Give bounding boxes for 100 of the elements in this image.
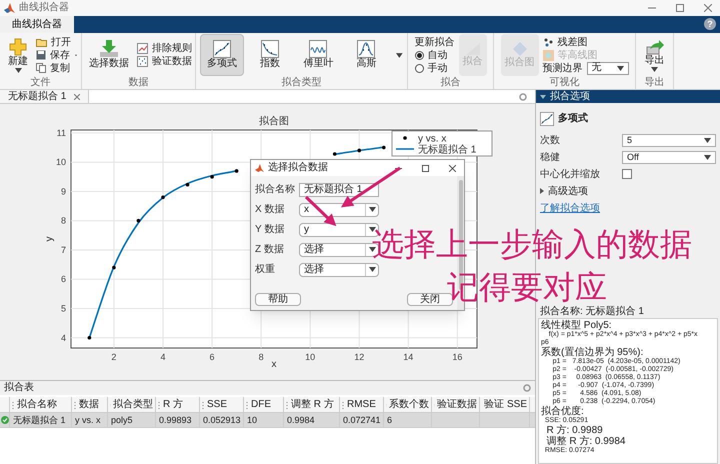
toolstrip-button[interactable]: 残差图 xyxy=(542,36,628,48)
fit-type-label: 多项式 xyxy=(558,112,588,126)
fit-type-button[interactable]: 指数 xyxy=(248,34,292,76)
chart-title: 拟合图 xyxy=(259,116,289,127)
tick-label: 11 xyxy=(56,128,66,138)
column-header: R 方 xyxy=(163,400,183,410)
tick-label: 10 xyxy=(305,352,316,362)
field-label: 拟合名称 xyxy=(255,182,296,197)
close-icon xyxy=(74,94,80,100)
tick-label: 4 xyxy=(160,352,166,362)
help-link[interactable]: 了解拟合选项 xyxy=(540,201,600,216)
plus-icon xyxy=(9,38,27,56)
document-tab[interactable]: 无标题拟合 1 xyxy=(0,90,90,103)
caret-icon xyxy=(616,66,624,70)
decay-chart-icon xyxy=(261,40,280,58)
maximize-icon xyxy=(422,164,429,172)
download-arrow-icon xyxy=(99,40,119,58)
poly-chart-icon xyxy=(540,112,554,126)
group-label: 数据 xyxy=(128,77,150,89)
tick-label: 8 xyxy=(258,352,264,362)
toolstrip-button[interactable]: 验证数据 xyxy=(137,55,192,68)
caret-icon xyxy=(540,94,546,98)
fit-type-button[interactable]: 高斯 xyxy=(344,34,388,76)
new-button[interactable]: 新建 xyxy=(4,34,32,76)
text-field[interactable]: 无标题拟合 1 xyxy=(299,182,379,196)
diamond-icon xyxy=(512,41,528,57)
group-label: 文件 xyxy=(30,77,52,89)
bounds-dropdown[interactable]: 无 xyxy=(586,62,628,74)
grip-icon xyxy=(286,400,289,408)
column-header: 验证数据 xyxy=(437,400,477,410)
table-cell: 0.99893 xyxy=(159,416,192,424)
table-row[interactable]: 无标题拟合 1 y vs. x poly5 0.99893 0.052913 10 0.9984 0.072741 6 xyxy=(0,413,535,428)
grip-icon xyxy=(342,400,345,408)
toolstrip-button[interactable]: 复制 xyxy=(36,62,71,74)
expander[interactable]: 高级选项 xyxy=(540,184,716,198)
data-point xyxy=(332,152,337,156)
column-header: DFE xyxy=(251,400,271,410)
dropdown-field[interactable]: x xyxy=(299,202,379,216)
copy-icon xyxy=(36,63,46,73)
window-title: 曲线拟合器 xyxy=(19,3,69,13)
caret-icon xyxy=(14,68,22,72)
checkbox[interactable] xyxy=(622,169,632,179)
dropdown-field[interactable]: Off xyxy=(622,150,716,164)
tick-label: 16 xyxy=(452,352,462,362)
axis-title: x xyxy=(272,359,276,370)
app-logo-icon xyxy=(255,164,264,172)
toolstrip-button[interactable]: 排除规则 xyxy=(137,42,192,55)
maximize-icon xyxy=(676,4,684,12)
tick-label: 14 xyxy=(403,352,414,362)
export-button[interactable]: 导出 xyxy=(640,34,668,76)
column-header: 调整 R 方 xyxy=(291,400,334,410)
section-label: 更新拟合 xyxy=(414,36,454,48)
tick-label: 9 xyxy=(60,186,66,196)
tick-label: 4 xyxy=(60,332,66,343)
panel-title: 拟合选项 xyxy=(550,92,590,102)
ribbon-tab[interactable]: 曲线拟合器 xyxy=(0,16,74,33)
table-title: 拟合表 xyxy=(4,383,34,393)
group-label: 可视化 xyxy=(548,77,580,89)
caret-icon xyxy=(396,52,403,58)
table-cell: 10 xyxy=(247,416,258,424)
results-line: 系数(置信边界为 95%): xyxy=(541,347,644,358)
legend-marker xyxy=(396,148,414,150)
column-header: 数据 xyxy=(79,400,99,410)
toolstrip-button[interactable]: 保存 xyxy=(36,48,71,62)
tick-label: 5 xyxy=(60,304,66,314)
dropdown-field[interactable]: 5 xyxy=(622,134,716,146)
legend-label: 无标题拟合 1 xyxy=(418,144,476,156)
tick-label: 10 xyxy=(56,157,66,168)
fit-type-button[interactable]: 多项式 xyxy=(200,34,244,76)
dropdown-field[interactable]: 选择 xyxy=(299,262,379,276)
table-cell: 0.9984 xyxy=(287,416,315,424)
column-header: 验证 SSE xyxy=(484,400,527,410)
radio-button[interactable]: 手动 xyxy=(414,62,454,74)
toolstrip-button[interactable]: 打开 xyxy=(36,36,71,48)
radio-button[interactable]: 自动 xyxy=(414,48,454,62)
data-point xyxy=(382,146,386,150)
caret-icon xyxy=(368,207,376,212)
fit-type-button[interactable]: 傅里叶 xyxy=(296,34,340,76)
validate-icon xyxy=(137,56,148,67)
table-cell: 6 xyxy=(387,416,392,424)
dialog-button[interactable]: 帮助 xyxy=(255,293,301,306)
select-data-button[interactable]: 选择数据 xyxy=(85,34,133,76)
table-cell: 无标题拟合 1 xyxy=(13,416,66,424)
dialog-button[interactable]: 关闭 xyxy=(407,293,453,306)
data-point xyxy=(186,182,190,187)
tick-label: 2 xyxy=(111,352,116,362)
caret-icon xyxy=(368,267,376,272)
grip-icon xyxy=(12,400,15,408)
tick-label: 12 xyxy=(354,352,364,362)
axis-title: y xyxy=(44,236,55,242)
column-header: RMSE xyxy=(347,400,376,410)
group-label: 拟合类型 xyxy=(280,77,322,89)
data-point xyxy=(234,169,238,173)
grip-icon xyxy=(246,400,249,408)
field-label: 权重 xyxy=(255,262,276,277)
dialog-title: 选择拟合数据 xyxy=(268,163,328,173)
scatter-icon xyxy=(542,36,554,48)
field-label: 中心化并缩放 xyxy=(540,168,601,182)
legend-label: y vs. x xyxy=(418,134,446,144)
results-line: 调整 R 方: 0.9984 xyxy=(546,436,626,447)
